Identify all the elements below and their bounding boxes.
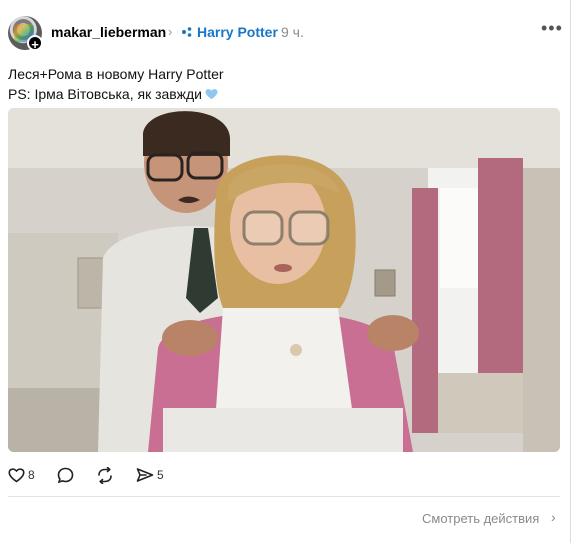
share-button[interactable]: 5	[136, 467, 164, 483]
chevron-right-icon: ›	[168, 24, 173, 39]
view-actions-link[interactable]: Смотреть действия	[422, 511, 539, 526]
topic-icon	[182, 27, 192, 37]
panel-border	[570, 0, 571, 543]
post-caption: Леся+Рома в новому Harry Potter PS: Ірма…	[8, 64, 224, 104]
post-photo[interactable]	[8, 108, 560, 452]
post-time: 9 ч.	[281, 24, 304, 40]
author-username[interactable]: makar_lieberman	[51, 24, 166, 40]
caption-line-2: PS: Ірма Вітовська, як завжди	[8, 84, 224, 104]
chevron-right-icon[interactable]: ›	[551, 509, 556, 525]
comment-button[interactable]	[57, 467, 74, 484]
comment-bubble-icon	[57, 467, 74, 484]
send-icon	[136, 468, 154, 482]
repost-count: 5	[157, 468, 164, 482]
more-horizontal-icon[interactable]: •••	[541, 18, 563, 39]
caption-line-2-text: PS: Ірма Вітовська, як завжди	[8, 86, 202, 102]
post-actions: 8 5	[0, 463, 570, 489]
post-header: + makar_lieberman › Harry Potter 9 ч. ••…	[0, 14, 570, 52]
blue-heart-emoji-icon	[205, 89, 218, 100]
like-count: 8	[28, 468, 35, 482]
photo-illustration	[8, 108, 560, 452]
repost-icon	[98, 467, 112, 484]
like-button[interactable]: 8	[8, 467, 35, 483]
caption-line-1: Леся+Рома в новому Harry Potter	[8, 66, 224, 82]
divider	[8, 496, 560, 497]
topic-link[interactable]: Harry Potter	[197, 24, 278, 40]
plus-icon[interactable]: +	[27, 35, 43, 52]
repost-button[interactable]	[96, 467, 114, 484]
heart-icon	[8, 468, 25, 483]
